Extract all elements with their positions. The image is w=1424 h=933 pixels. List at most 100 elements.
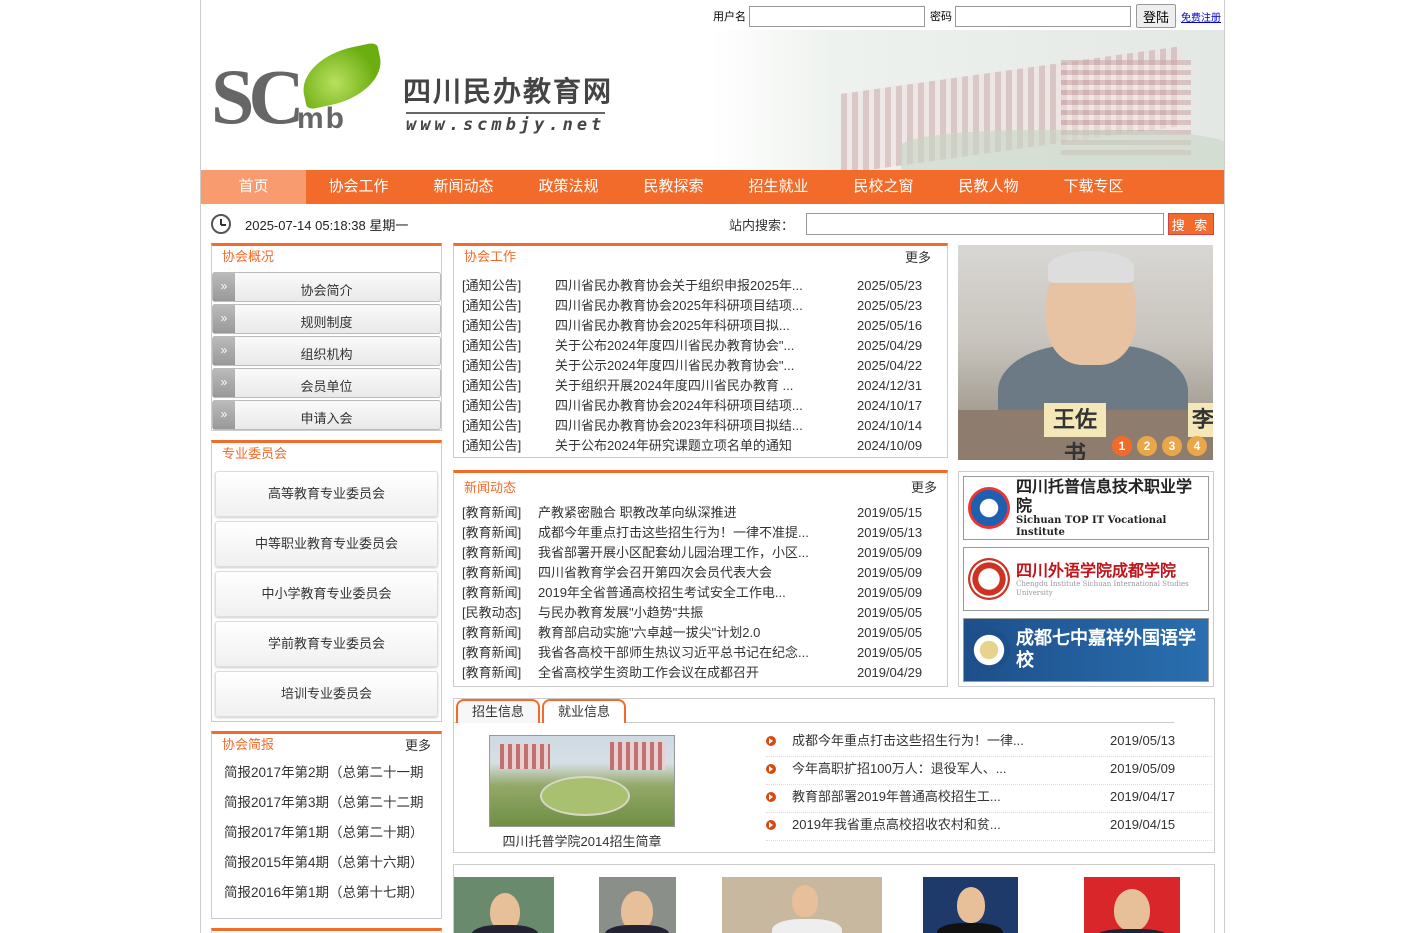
committee-preschool[interactable]: 学前教育专业委员会: [215, 621, 438, 667]
recruit-title-link[interactable]: 成都今年重点打击这些招生行为！一律...: [792, 729, 1110, 756]
nav-news[interactable]: 新闻动态: [411, 170, 516, 204]
news-row[interactable]: [教育新闻] 四川省教育学会召开第四次会员代表大会 2019/05/09: [454, 563, 947, 583]
news-row[interactable]: [通知公告] 关于组织开展2024年度四川省民办教育 ... 2024/12/31: [454, 376, 947, 396]
recruit-row[interactable]: 成都今年重点打击这些招生行为！一律... 2019/05/13: [766, 729, 1212, 757]
nav-admission[interactable]: 招生就业: [726, 170, 831, 204]
person-photo-1[interactable]: [454, 877, 554, 933]
news-title-link[interactable]: 关于公布2024年度四川省民办教育协会"...: [555, 336, 857, 356]
news-title-link[interactable]: 全省高校学生资助工作会议在成都召开: [538, 663, 857, 683]
news-title-link[interactable]: 四川省民办教育协会2023年科研项目拟结...: [555, 416, 857, 436]
photo-slider[interactable]: 王佐书 李 1 2 3 4: [958, 245, 1213, 460]
menu-item-join[interactable]: » 申请入会: [212, 400, 441, 430]
login-button[interactable]: 登陆: [1135, 4, 1176, 28]
nav-schools[interactable]: 民校之窗: [831, 170, 936, 204]
nav-association-work[interactable]: 协会工作: [306, 170, 411, 204]
news-title-link[interactable]: 教育部启动实施"六卓越一拔尖"计划2.0: [538, 623, 857, 643]
news-title-link[interactable]: 关于公布2024年研究课题立项名单的通知: [555, 436, 857, 456]
news-title-link[interactable]: 四川省教育学会召开第四次会员代表大会: [538, 563, 857, 583]
news-row[interactable]: [通知公告] 四川省民办教育协会关于组织申报2025年... 2025/05/23: [454, 276, 947, 296]
brief-item[interactable]: 简报2017年第1期（总第二十期）: [212, 818, 441, 848]
news-row[interactable]: [通知公告] 四川省民办教育协会2024年科研项目结项... 2024/10/17: [454, 396, 947, 416]
work-more-link[interactable]: 更多: [905, 247, 931, 269]
news-title-link[interactable]: 四川省民办教育协会2025年科研项目结项...: [555, 296, 857, 316]
recruit-row[interactable]: 2019年我省重点高校招收农村和贫... 2019/04/15: [766, 813, 1212, 841]
username-input[interactable]: [748, 5, 925, 27]
committee-training[interactable]: 培训专业委员会: [215, 671, 438, 717]
news-title-link[interactable]: 成都今年重点打击这些招生行为！一律不准提...: [538, 523, 857, 543]
search-input[interactable]: [806, 213, 1164, 235]
brief-item[interactable]: 简报2015年第4期（总第十六期）: [212, 848, 441, 878]
committee-k12[interactable]: 中小学教育专业委员会: [215, 571, 438, 617]
slider-nameplate: 王佐书: [1044, 403, 1106, 460]
slider-dot-3[interactable]: 3: [1162, 436, 1182, 456]
news-title-link[interactable]: 关于公示2024年度四川省民办教育协会"...: [555, 356, 857, 376]
menu-item-members[interactable]: » 会员单位: [212, 368, 441, 398]
menu-item-organization[interactable]: » 组织机构: [212, 336, 441, 366]
recruit-title-link[interactable]: 教育部部署2019年普通高校招生工...: [792, 785, 1110, 812]
news-row[interactable]: [通知公告] 关于公布2024年度四川省民办教育协会"... 2025/04/29: [454, 336, 947, 356]
person-photo-4[interactable]: [923, 877, 1018, 933]
person-photo-3[interactable]: [722, 877, 882, 933]
recruit-row[interactable]: 今年高职扩招100万人：退役军人、... 2019/05/09: [766, 757, 1212, 785]
news-row[interactable]: [通知公告] 四川省民办教育协会2025年科研项目拟... 2025/05/16: [454, 316, 947, 336]
slider-dot-1[interactable]: 1: [1112, 436, 1132, 456]
news-title-link[interactable]: 四川省民办教育协会2024年科研项目结项...: [555, 396, 857, 416]
news-title-link[interactable]: 我省部署开展小区配套幼儿园治理工作，小区...: [538, 543, 857, 563]
brief-item[interactable]: 简报2017年第3期（总第二十二期: [212, 788, 441, 818]
news-row[interactable]: [教育新闻] 成都今年重点打击这些招生行为！一律不准提... 2019/05/13: [454, 523, 947, 543]
campus-photo[interactable]: [489, 735, 675, 827]
news-title-link[interactable]: 与民办教育发展"小趋势"共振: [538, 603, 857, 623]
news-row[interactable]: [通知公告] 关于公示2024年度四川省民办教育协会"... 2025/04/22: [454, 356, 947, 376]
recruit-row[interactable]: 教育部部署2019年普通高校招生工... 2019/04/17: [766, 785, 1212, 813]
news-date: 2025/04/29: [857, 338, 923, 353]
news-row[interactable]: [教育新闻] 教育部启动实施"六卓越一拔尖"计划2.0 2019/05/05: [454, 623, 947, 643]
slider-person-hair: [1048, 251, 1134, 283]
news-more-link[interactable]: 更多: [911, 473, 937, 503]
menu-item-rules[interactable]: » 规则制度: [212, 304, 441, 334]
recruit-title-link[interactable]: 今年高职扩招100万人：退役军人、...: [792, 757, 1110, 784]
brief-item[interactable]: 简报2016年第1期（总第十七期）: [212, 878, 441, 908]
brief-item[interactable]: 简报2017年第2期（总第二十一期: [212, 758, 441, 788]
person-photo-2[interactable]: [599, 877, 676, 933]
news-row[interactable]: [民教动态] 与民办教育发展"小趋势"共振 2019/05/05: [454, 603, 947, 623]
news-title-link[interactable]: 四川省民办教育协会2025年科研项目拟...: [555, 316, 857, 336]
password-input[interactable]: [954, 5, 1131, 27]
news-row[interactable]: [教育新闻] 全省高校学生资助工作会议在成都召开 2019/04/29: [454, 663, 947, 683]
news-title-link[interactable]: 产教紧密融合 职教改革向纵深推进: [538, 503, 857, 523]
nav-policy[interactable]: 政策法规: [516, 170, 621, 204]
partner-sisu-chengdu[interactable]: 四川外语学院成都学院 Chengdu Institute Sichuan Int…: [963, 547, 1209, 611]
news-title-link[interactable]: 关于组织开展2024年度四川省民办教育 ...: [555, 376, 857, 396]
register-link[interactable]: 免费注册: [1181, 9, 1221, 24]
campus-photo-caption[interactable]: 四川托普学院2014招生简章: [489, 831, 675, 850]
arrow-bullet-icon: [766, 820, 776, 830]
nav-home[interactable]: 首页: [201, 170, 306, 204]
menu-item-intro[interactable]: » 协会简介: [212, 272, 441, 302]
nav-exploration[interactable]: 民教探索: [621, 170, 726, 204]
news-row[interactable]: [通知公告] 四川省民办教育协会2023年科研项目拟结... 2024/10/14: [454, 416, 947, 436]
nav-people[interactable]: 民教人物: [936, 170, 1041, 204]
tab-employment-info[interactable]: 就业信息: [542, 699, 626, 723]
news-row[interactable]: [教育新闻] 我省各高校干部师生热议习近平总书记在纪念... 2019/05/05: [454, 643, 947, 663]
tab-admission-info[interactable]: 招生信息: [456, 699, 540, 723]
partner-top-it[interactable]: 四川托普信息技术职业学院 Sichuan TOP IT Vocational I…: [963, 476, 1209, 540]
committee-higher-edu[interactable]: 高等教育专业委员会: [215, 471, 438, 517]
recruit-title-link[interactable]: 2019年我省重点高校招收农村和贫...: [792, 813, 1110, 840]
news-title-link[interactable]: 2019年全省普通高校招生考试安全工作电...: [538, 583, 857, 603]
news-row[interactable]: [教育新闻] 产教紧密融合 职教改革向纵深推进 2019/05/15: [454, 503, 947, 523]
news-date: 2024/10/14: [857, 418, 923, 433]
nav-downloads[interactable]: 下载专区: [1041, 170, 1146, 204]
person-photo-5[interactable]: [1084, 877, 1180, 933]
committee-vocational[interactable]: 中等职业教育专业委员会: [215, 521, 438, 567]
partner-jiaxiang[interactable]: 成都七中嘉祥外国语学校: [963, 618, 1209, 682]
news-title-link[interactable]: 我省各高校干部师生热议习近平总书记在纪念...: [538, 643, 857, 663]
search-button[interactable]: 搜 索: [1168, 213, 1214, 235]
news-row[interactable]: [教育新闻] 我省部署开展小区配套幼儿园治理工作，小区... 2019/05/09: [454, 543, 947, 563]
brief-more-link[interactable]: 更多: [405, 735, 431, 757]
news-row[interactable]: [通知公告] 关于公布2024年研究课题立项名单的通知 2024/10/09: [454, 436, 947, 456]
news-row[interactable]: [通知公告] 四川省民办教育协会2025年科研项目结项... 2025/05/23: [454, 296, 947, 316]
news-row[interactable]: [教育新闻] 2019年全省普通高校招生考试安全工作电... 2019/05/09: [454, 583, 947, 603]
slider-dot-4[interactable]: 4: [1187, 436, 1207, 456]
news-title-link[interactable]: 四川省民办教育协会关于组织申报2025年...: [555, 276, 857, 296]
news-date: 2019/04/29: [857, 665, 923, 680]
slider-dot-2[interactable]: 2: [1137, 436, 1157, 456]
